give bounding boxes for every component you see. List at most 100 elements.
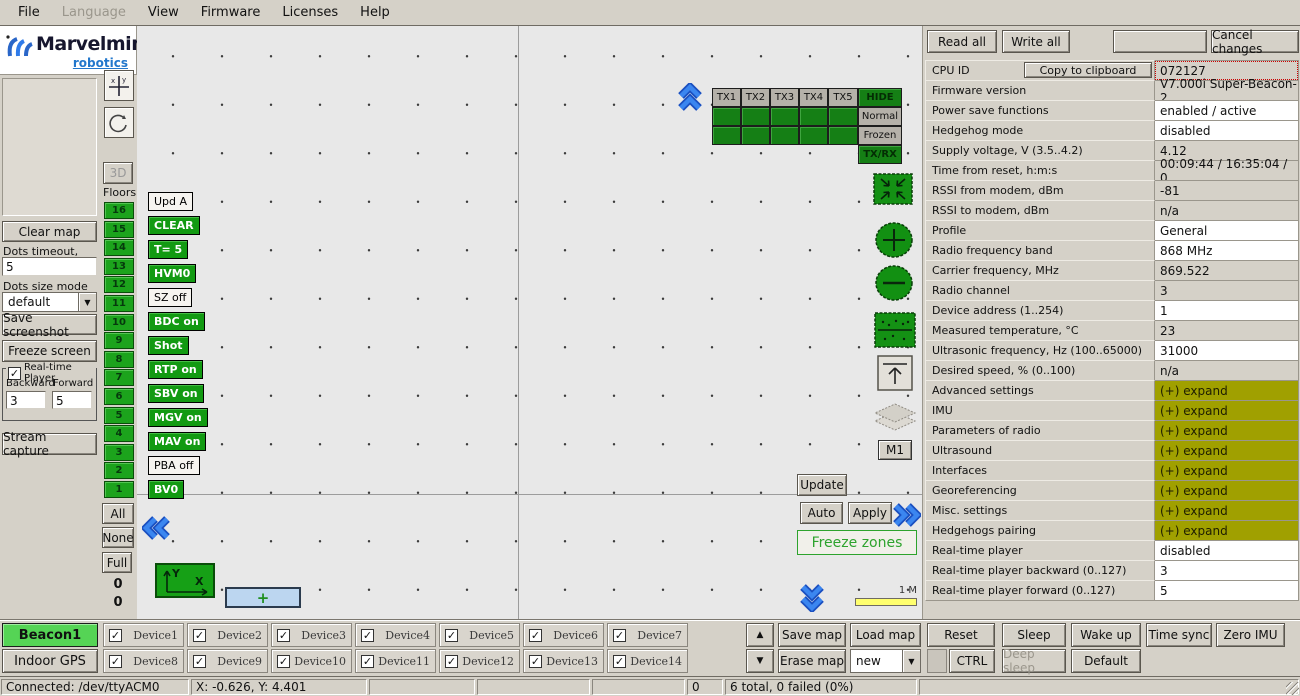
setting-value[interactable]: General (1154, 220, 1299, 241)
setting-value[interactable]: (+) expand (1154, 400, 1299, 421)
device-toggle-device4[interactable]: ✓Device4 (355, 623, 436, 647)
sleep-button[interactable]: Sleep (1002, 623, 1066, 647)
tx-cell[interactable] (799, 126, 828, 145)
map-button-t-5[interactable]: T= 5 (148, 240, 188, 259)
floor-button-10[interactable]: 10 (104, 314, 134, 331)
checkbox-icon[interactable]: ✓ (445, 655, 458, 668)
menu-item-view[interactable]: View (138, 2, 189, 23)
setting-value[interactable]: enabled / active (1154, 100, 1299, 121)
chevron-double-left-icon[interactable] (142, 515, 172, 541)
save-screenshot-button[interactable]: Save screenshot (2, 314, 97, 335)
setting-value[interactable]: (+) expand (1154, 520, 1299, 541)
map-button-mgv-on[interactable]: MGV on (148, 408, 208, 427)
zoom-out-icon[interactable] (874, 263, 914, 303)
add-submap-button[interactable]: + (225, 587, 301, 608)
time-sync-button[interactable]: Time sync (1146, 623, 1212, 647)
tx-cell[interactable] (828, 107, 858, 126)
tx-cell[interactable] (712, 126, 741, 145)
tx-header-tx1[interactable]: TX1 (712, 88, 741, 107)
map-button-mav-on[interactable]: MAV on (148, 432, 206, 451)
setting-value[interactable]: 3 (1154, 560, 1299, 581)
device-toggle-device14[interactable]: ✓Device14 (607, 649, 688, 673)
device-toggle-device2[interactable]: ✓Device2 (187, 623, 268, 647)
setting-value[interactable]: 868 MHz (1154, 240, 1299, 261)
deep-sleep-button[interactable]: Deep sleep (1002, 649, 1066, 673)
device-toggle-device3[interactable]: ✓Device3 (271, 623, 352, 647)
chevron-down-icon[interactable]: ▼ (902, 650, 920, 672)
load-map-button[interactable]: Load map (850, 623, 921, 647)
setting-value[interactable]: (+) expand (1154, 380, 1299, 401)
floor-button-3[interactable]: 3 (104, 444, 134, 461)
device-toggle-device6[interactable]: ✓Device6 (523, 623, 604, 647)
checkbox-icon[interactable]: ✓ (361, 655, 374, 668)
map-canvas[interactable]: TX1TX2TX3TX4TX5HIDENormalFrozenTX/RX Upd… (137, 26, 922, 620)
map-button-pba-off[interactable]: PBA off (148, 456, 200, 475)
chevron-down-icon[interactable]: ▼ (78, 293, 96, 311)
tx-normal-cell[interactable]: Normal (858, 107, 902, 126)
chevron-double-right-icon[interactable] (891, 502, 921, 528)
tx-header-tx5[interactable]: TX5 (828, 88, 858, 107)
auto-button[interactable]: Auto (800, 502, 843, 524)
setting-value[interactable]: disabled (1154, 540, 1299, 561)
setting-value[interactable]: (+) expand (1154, 480, 1299, 501)
zero-imu-button[interactable]: Zero IMU (1216, 623, 1285, 647)
rotate-view-button[interactable] (104, 107, 134, 138)
floor-button-12[interactable]: 12 (104, 276, 134, 293)
menu-item-language[interactable]: Language (52, 2, 136, 23)
save-map-button[interactable]: Save map (778, 623, 846, 647)
write-all-button[interactable]: Write all (1002, 30, 1070, 53)
menu-item-firmware[interactable]: Firmware (191, 2, 271, 23)
map-button-upd-a[interactable]: Upd A (148, 192, 193, 211)
floor-button-4[interactable]: 4 (104, 425, 134, 442)
tx-cell[interactable] (770, 107, 799, 126)
map-button-sz-off[interactable]: SZ off (148, 288, 192, 307)
dots-display-icon[interactable] (874, 312, 916, 348)
device-toggle-device7[interactable]: ✓Device7 (607, 623, 688, 647)
apply-button[interactable]: Apply (848, 502, 892, 524)
checkbox-icon[interactable]: ✓ (445, 629, 458, 642)
layers-icon[interactable] (873, 402, 917, 434)
map-button-bdc-on[interactable]: BDC on (148, 312, 205, 331)
floor-button-8[interactable]: 8 (104, 351, 134, 368)
menu-item-licenses[interactable]: Licenses (272, 2, 348, 23)
checkbox-icon[interactable]: ✓ (361, 629, 374, 642)
chevron-double-up-icon[interactable] (677, 83, 703, 113)
copy-to-clipboard-button[interactable]: Copy to clipboard (1024, 62, 1152, 78)
map-button-rtp-on[interactable]: RTP on (148, 360, 203, 379)
tx-header-tx2[interactable]: TX2 (741, 88, 770, 107)
device-scroll-up-button[interactable]: ▲ (746, 623, 774, 647)
device-toggle-device13[interactable]: ✓Device13 (523, 649, 604, 673)
device-scroll-down-button[interactable]: ▼ (746, 649, 774, 673)
tx-cell[interactable] (741, 107, 770, 126)
menu-item-help[interactable]: Help (350, 2, 400, 23)
floor-button-2[interactable]: 2 (104, 462, 134, 479)
zoom-in-icon[interactable] (874, 220, 914, 260)
floor-button-7[interactable]: 7 (104, 369, 134, 386)
tx-frozen-cell[interactable]: Frozen (858, 126, 902, 145)
device-toggle-device10[interactable]: ✓Device10 (271, 649, 352, 673)
tx-header-tx4[interactable]: TX4 (799, 88, 828, 107)
device-toggle-device9[interactable]: ✓Device9 (187, 649, 268, 673)
checkbox-icon[interactable]: ✓ (193, 629, 206, 642)
fit-view-icon[interactable] (873, 173, 913, 205)
floors-all-button[interactable]: All (102, 503, 134, 524)
setting-value[interactable]: (+) expand (1154, 500, 1299, 521)
setting-value[interactable]: (+) expand (1154, 440, 1299, 461)
cancel-changes-button[interactable]: Cancel changes (1211, 30, 1299, 53)
floor-button-9[interactable]: 9 (104, 332, 134, 349)
map-select[interactable]: new ▼ (850, 649, 921, 673)
floors-none-button[interactable]: None (102, 527, 134, 548)
map-button-hvm0[interactable]: HVM0 (148, 264, 196, 283)
tx-hide-cell[interactable]: HIDE (858, 88, 902, 107)
indoor-gps-tab[interactable]: Indoor GPS (2, 649, 98, 673)
checkbox-icon[interactable]: ✓ (529, 629, 542, 642)
tx-cell[interactable] (799, 107, 828, 126)
freeze-zones-button[interactable]: Freeze zones (797, 530, 917, 555)
floor-button-6[interactable]: 6 (104, 388, 134, 405)
floor-button-16[interactable]: 16 (104, 202, 134, 219)
m1-button[interactable]: M1 (878, 440, 912, 460)
dots-size-mode-select[interactable]: default ▼ (2, 292, 97, 312)
map-button-bv0[interactable]: BV0 (148, 480, 184, 499)
map-button-clear[interactable]: CLEAR (148, 216, 200, 235)
read-all-button[interactable]: Read all (927, 30, 997, 53)
